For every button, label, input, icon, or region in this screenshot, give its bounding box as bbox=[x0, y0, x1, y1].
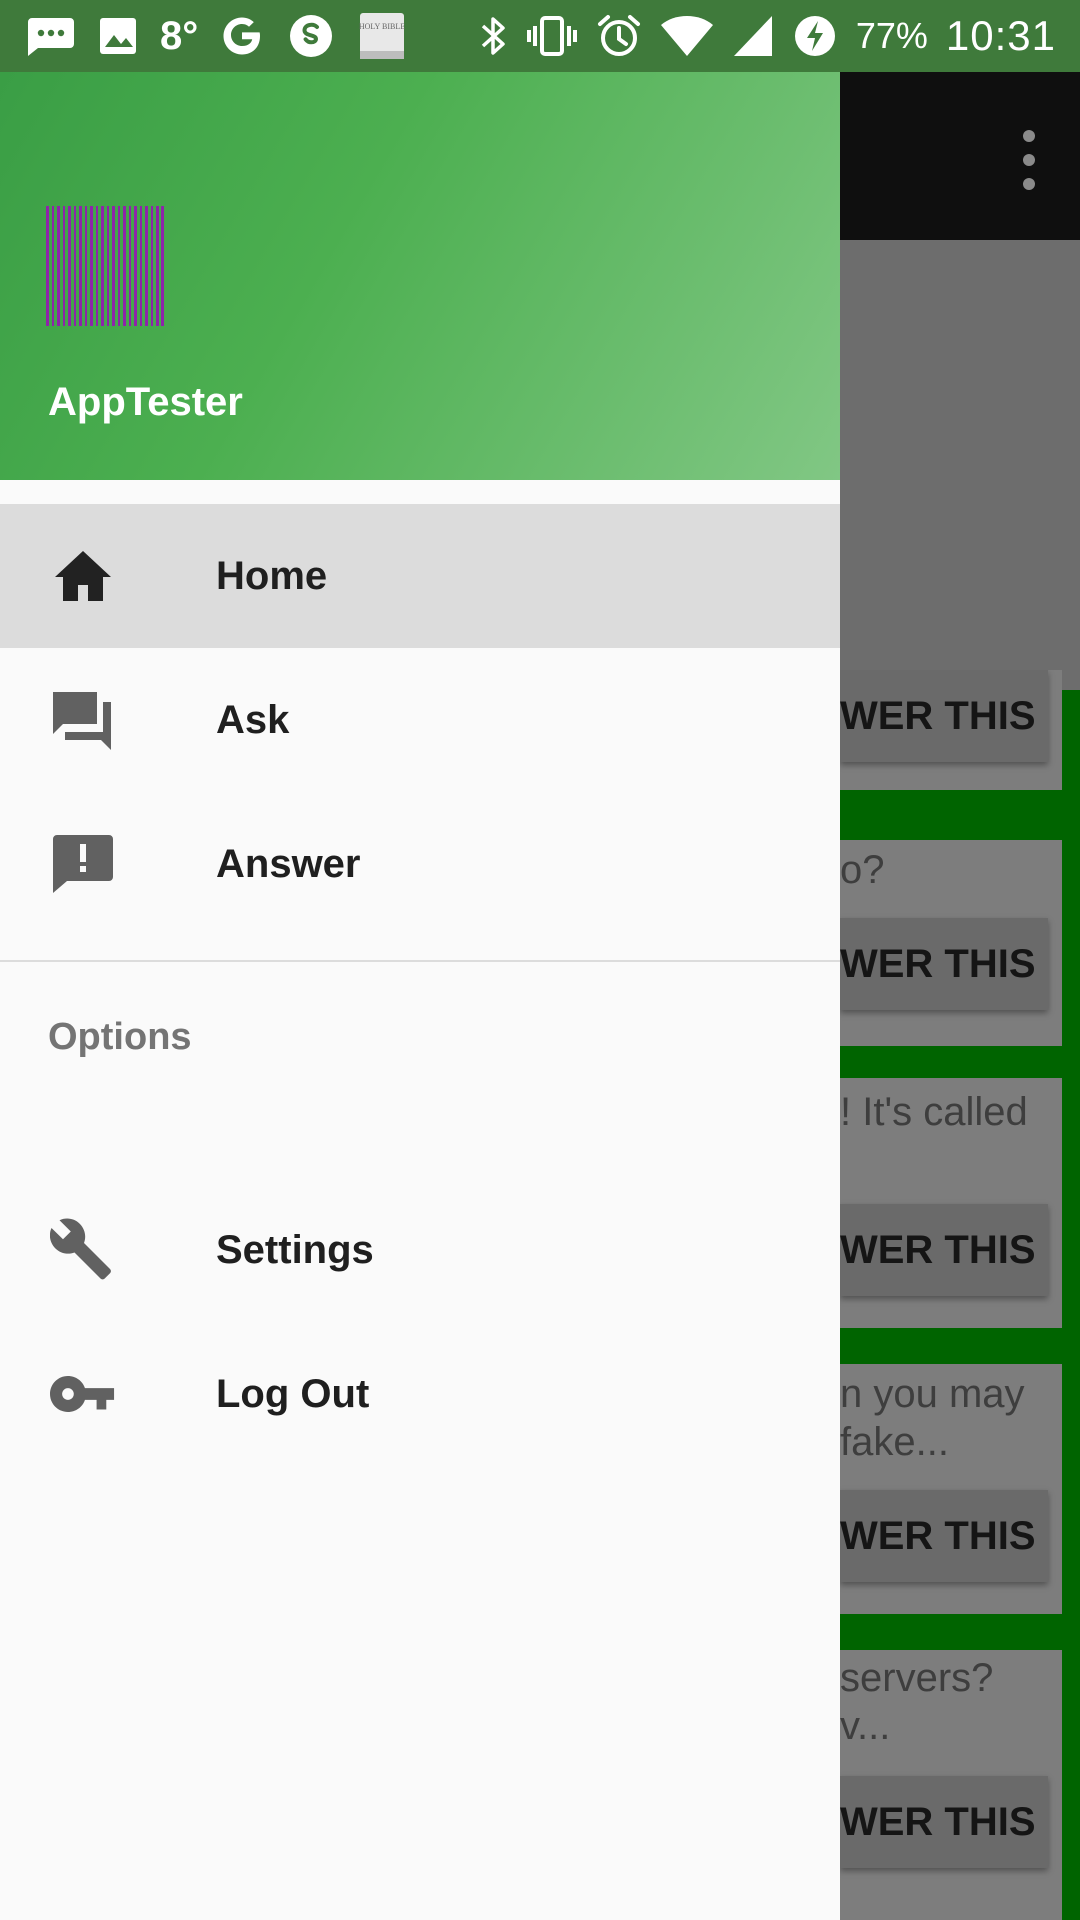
question-text: o? bbox=[840, 848, 885, 892]
gallery-icon bbox=[98, 16, 138, 56]
nav-item-ask[interactable]: Ask bbox=[0, 648, 840, 792]
answer-this-button[interactable]: WER THIS bbox=[840, 1490, 1048, 1582]
answer-this-button[interactable]: WER THIS bbox=[840, 1204, 1048, 1296]
key-icon bbox=[50, 1361, 116, 1427]
scrim-area bbox=[840, 240, 1080, 690]
clock: 10:31 bbox=[945, 12, 1056, 59]
messaging-icon bbox=[24, 16, 76, 56]
nav-item-home[interactable]: Home bbox=[0, 504, 840, 648]
drawer-divider bbox=[0, 960, 840, 962]
alarm-icon bbox=[596, 13, 642, 59]
question-text: servers? v... bbox=[840, 1656, 994, 1748]
question-card: servers? v... WER THIS bbox=[840, 1650, 1062, 1920]
forum-icon bbox=[50, 687, 116, 753]
feedback-icon bbox=[50, 831, 116, 897]
question-card: n you may fake... WER THIS bbox=[840, 1364, 1062, 1614]
nav-item-log-out[interactable]: Log Out bbox=[0, 1322, 840, 1466]
question-text: n you may fake... bbox=[840, 1372, 1025, 1464]
nav-item-label: Ask bbox=[216, 697, 290, 742]
navigation-drawer: AppTester Home Ask Answer Options Settin… bbox=[0, 72, 840, 1920]
svg-text:HOLY BIBLE: HOLY BIBLE bbox=[359, 22, 405, 31]
signal-icon bbox=[732, 14, 774, 58]
google-icon bbox=[220, 14, 264, 58]
question-card: o? WER THIS bbox=[840, 840, 1062, 1046]
question-card: ! It's called WER THIS bbox=[840, 1078, 1062, 1328]
nav-item-label: Home bbox=[216, 553, 328, 598]
holy-bible-icon: HOLY BIBLE bbox=[358, 11, 406, 61]
drawer-header: AppTester bbox=[0, 72, 840, 480]
nav-item-label: Settings bbox=[216, 1227, 374, 1272]
battery-percentage: 77% bbox=[855, 15, 928, 56]
nav-item-label: Log Out bbox=[216, 1371, 370, 1416]
question-card: WER THIS bbox=[840, 670, 1062, 790]
nav-item-answer[interactable]: Answer bbox=[0, 792, 840, 936]
app-title: AppTester bbox=[48, 380, 243, 424]
nav-item-settings[interactable]: Settings bbox=[0, 1178, 840, 1322]
answer-this-button[interactable]: WER THIS bbox=[840, 918, 1048, 1010]
skype-icon bbox=[286, 11, 336, 61]
home-icon bbox=[50, 543, 116, 609]
app-logo-barcode bbox=[46, 206, 164, 326]
temperature-text: 8° bbox=[160, 13, 199, 58]
options-section-title: Options bbox=[48, 1016, 192, 1058]
answer-this-button[interactable]: WER THIS bbox=[840, 670, 1048, 762]
vibrate-icon bbox=[526, 14, 578, 58]
nav-item-label: Answer bbox=[216, 841, 361, 886]
wifi-icon bbox=[660, 14, 714, 58]
wrench-icon bbox=[50, 1217, 116, 1283]
answer-this-button[interactable]: WER THIS bbox=[840, 1776, 1048, 1868]
status-bar: 8° HOLY BIBLE 77% 10:31 bbox=[0, 0, 1080, 72]
overflow-menu-icon[interactable] bbox=[1014, 130, 1044, 190]
battery-charging-icon bbox=[792, 13, 838, 59]
question-text: ! It's called bbox=[840, 1090, 1028, 1134]
bluetooth-icon bbox=[478, 14, 508, 58]
